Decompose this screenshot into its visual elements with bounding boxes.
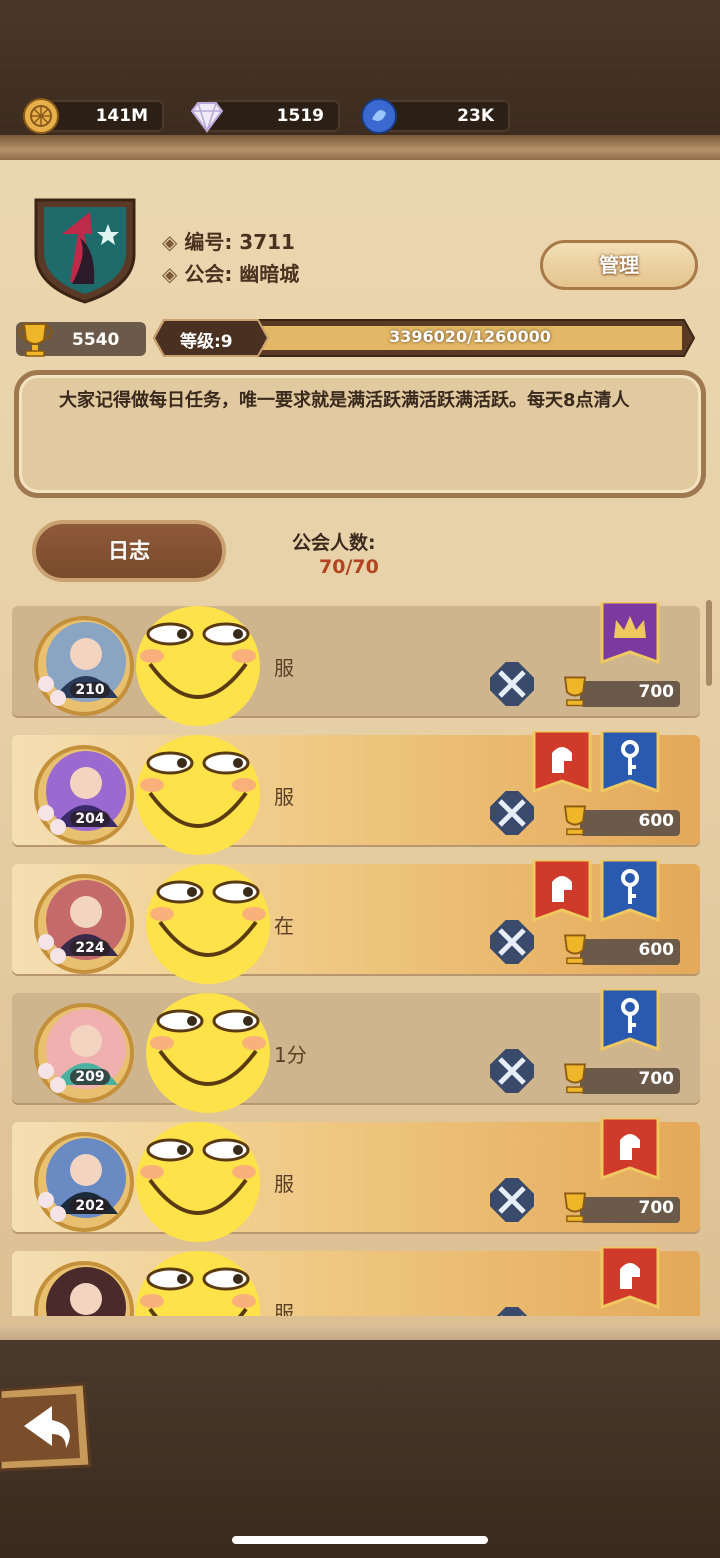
smirk-emoji-sticker-icon — [136, 1122, 260, 1242]
purple-crown-banner-icon — [600, 602, 660, 665]
member-row[interactable]: 202 服 700 — [12, 1118, 700, 1242]
member-trophy-box: 700 — [556, 1192, 680, 1224]
member-name-fragment: 服 — [274, 1301, 294, 1316]
crossed-swords-icon — [490, 791, 534, 835]
red-helmet-banner-icon — [532, 860, 592, 923]
member-avatar[interactable] — [32, 614, 136, 718]
member-trophy-box: 700 — [556, 1063, 680, 1095]
guild-exp: 3396020/1260000 — [389, 327, 551, 346]
member-row[interactable]: 209 1分 700 — [12, 989, 700, 1113]
blue-key-banner-icon — [600, 731, 660, 794]
back-button[interactable] — [0, 1382, 92, 1474]
crossed-swords-icon — [490, 662, 534, 706]
blue-key-banner-icon — [600, 860, 660, 923]
diamond-resource[interactable]: 1519 — [190, 100, 340, 134]
member-trophies: 700 — [638, 682, 675, 702]
guild-name: ◈ 公会: 幽暗城 — [162, 258, 299, 287]
gold-coin-icon — [23, 98, 59, 134]
member-avatar[interactable] — [32, 1130, 136, 1234]
member-count-value: 70/70 — [319, 556, 379, 578]
diamond-value: 1519 — [276, 106, 324, 126]
gold-value: 141M — [95, 106, 148, 126]
guild-notice-box: 大家记得做每日任务，唯一要求就是满活跃满活跃满活跃。每天8点清人 — [14, 370, 706, 498]
member-avatar[interactable] — [32, 743, 136, 847]
gold-resource[interactable]: 141M — [23, 98, 164, 134]
trophy-icon — [17, 323, 53, 357]
blue-gem-icon — [361, 98, 397, 134]
red-helmet-banner-icon — [532, 731, 592, 794]
smirk-emoji-sticker-icon — [136, 606, 260, 726]
member-avatar[interactable] — [32, 1001, 136, 1105]
member-name-fragment: 服 — [274, 785, 294, 809]
smirk-emoji-sticker-icon — [136, 1251, 260, 1316]
member-count-label: 公会人数: — [292, 532, 376, 554]
member-avatar[interactable] — [32, 1259, 136, 1316]
trophy-icon — [564, 805, 586, 836]
member-name-fragment: 在 — [274, 914, 294, 938]
member-trophy-box: 600 — [556, 934, 680, 966]
member-avatar[interactable] — [32, 872, 136, 976]
guild-level: 等级:9 — [180, 332, 233, 352]
member-row[interactable]: 服 — [12, 1247, 700, 1316]
member-row[interactable]: 224 在 600 — [12, 860, 700, 984]
diamond-bullet-icon: ◈ — [162, 230, 185, 254]
guild-trophies: 5540 — [72, 330, 120, 350]
blue-key-banner-icon — [600, 989, 660, 1052]
member-trophies: 700 — [638, 1069, 675, 1089]
guild-emblem-icon[interactable] — [32, 194, 138, 304]
member-level: 202 — [70, 1198, 110, 1214]
member-level: 209 — [70, 1069, 110, 1085]
member-name-fragment: 1分 — [274, 1043, 307, 1067]
trophy-icon — [564, 1063, 586, 1094]
crossed-swords-icon — [490, 1049, 534, 1093]
log-button[interactable]: 日志 — [32, 520, 226, 582]
member-trophies: 700 — [638, 1198, 675, 1218]
guild-name-text: 公会: 幽暗城 — [184, 262, 300, 286]
member-row[interactable]: 210 服 700 — [12, 602, 700, 726]
member-level: 204 — [70, 811, 110, 827]
gem-resource[interactable]: 23K — [361, 98, 510, 134]
member-name-fragment: 服 — [274, 656, 294, 680]
diamond-icon — [190, 102, 224, 134]
gem-value: 23K — [457, 106, 494, 126]
member-level: 210 — [70, 682, 110, 698]
trophy-icon — [564, 1192, 586, 1223]
guild-id-text: 编号: 3711 — [184, 230, 295, 254]
guild-notice-text: 大家记得做每日任务，唯一要求就是满活跃满活跃满活跃。每天8点清人 — [59, 390, 630, 411]
member-trophy-box: 600 — [556, 805, 680, 837]
member-trophies: 600 — [638, 811, 675, 831]
member-trophies: 600 — [638, 940, 675, 960]
trophy-icon — [564, 676, 586, 707]
crossed-swords-icon — [490, 920, 534, 964]
smirk-emoji-sticker-icon — [146, 864, 270, 984]
manage-button[interactable]: 管理 — [540, 240, 698, 290]
member-row[interactable]: 204 服 600 — [12, 731, 700, 855]
diamond-bullet-icon: ◈ — [162, 262, 185, 286]
guild-id: ◈ 编号: 3711 — [162, 226, 295, 255]
crossed-swords-icon — [490, 1178, 534, 1222]
member-name-fragment: 服 — [274, 1172, 294, 1196]
member-list[interactable]: 210 服 700 204 服 600 224 在 600 209 1分 700 202 服 700 服 — [0, 600, 720, 1316]
trophy-icon — [564, 934, 586, 965]
smirk-emoji-sticker-icon — [136, 735, 260, 855]
member-level: 224 — [70, 940, 110, 956]
bottom-bar — [0, 1340, 720, 1558]
red-helmet-banner-icon — [600, 1247, 660, 1310]
crossed-swords-icon — [490, 1307, 534, 1316]
home-indicator[interactable] — [232, 1536, 488, 1544]
red-helmet-banner-icon — [600, 1118, 660, 1181]
member-trophy-box: 700 — [556, 676, 680, 708]
scrollbar[interactable] — [706, 600, 712, 686]
smirk-emoji-sticker-icon — [146, 993, 270, 1113]
